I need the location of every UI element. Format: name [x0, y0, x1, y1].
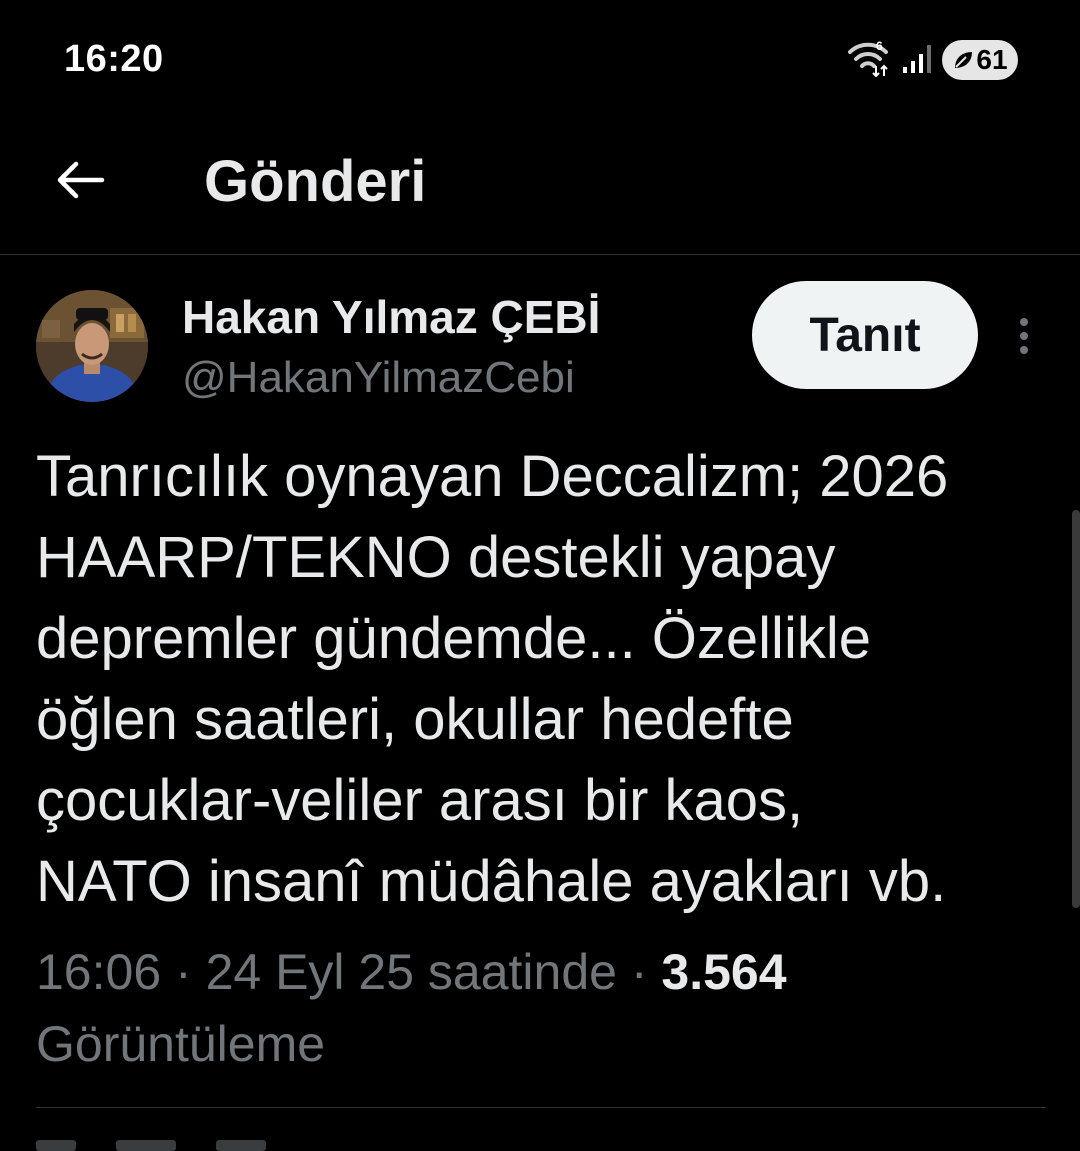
tweet-text: Tanrıcılık oynayan Deccalizm; 2026 HAARP…: [36, 436, 1036, 922]
tweet-date[interactable]: 24 Eyl 25 saatinde: [206, 944, 617, 1000]
tweet-text-line: HAARP/TEKNO destekli yapay: [36, 525, 836, 590]
battery-icon: 61: [942, 40, 1018, 80]
meta-separator: ·: [616, 944, 662, 1000]
views-label[interactable]: Görüntüleme: [36, 1016, 325, 1072]
like-icon[interactable]: [216, 1140, 266, 1151]
author-display-name[interactable]: Hakan Yılmaz ÇEBİ: [182, 290, 600, 344]
page-header: Gönderi: [0, 130, 1080, 255]
meta-separator: ·: [161, 944, 206, 1000]
repost-icon[interactable]: [116, 1140, 176, 1151]
scrollbar[interactable]: [1072, 510, 1080, 908]
tweet-text-line: öğlen saatleri, okullar hedefte: [36, 687, 794, 752]
battery-level: 61: [976, 44, 1008, 75]
avatar-image: [36, 290, 148, 402]
status-time: 16:20: [64, 38, 164, 80]
divider: [36, 1107, 1046, 1108]
promote-button[interactable]: Tanıt: [752, 281, 978, 389]
tweet-text-line: NATO insanî müdâhale ayakları vb.: [36, 849, 947, 914]
author-handle[interactable]: @HakanYilmazCebi: [182, 353, 575, 403]
page-title: Gönderi: [204, 149, 427, 214]
arrow-left-icon: [57, 161, 105, 199]
tweet-text-line: Tanrıcılık oynayan Deccalizm; 2026: [36, 444, 949, 509]
reply-icon[interactable]: [36, 1140, 76, 1151]
tweet-meta: 16:06 · 24 Eyl 25 saatinde · 3.564 Görün…: [36, 936, 1036, 1080]
more-options-button[interactable]: [1004, 312, 1044, 360]
wifi-icon: 6: [846, 38, 892, 83]
tweet-time[interactable]: 16:06: [36, 944, 161, 1000]
leaf-icon: [955, 52, 973, 68]
views-count[interactable]: 3.564: [661, 944, 786, 1000]
back-button[interactable]: [50, 150, 110, 210]
more-vertical-icon: [1020, 318, 1028, 354]
status-icons: 6 61: [846, 38, 1018, 82]
tweet-text-line: çocuklar-veliler arası bir kaos,: [36, 768, 804, 833]
svg-text:6: 6: [876, 39, 883, 53]
tweet-text-line: depremler gündemde... Özellikle: [36, 606, 871, 671]
status-bar: 16:20 6 61: [0, 0, 1080, 120]
avatar[interactable]: [36, 290, 148, 402]
signal-icon: [902, 41, 932, 80]
action-bar-peek: [36, 1140, 1036, 1151]
